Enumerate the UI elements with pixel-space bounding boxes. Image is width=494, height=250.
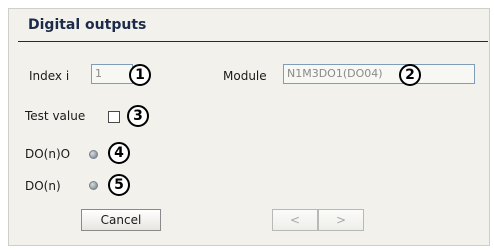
next-button[interactable]: > xyxy=(318,209,364,231)
index-field[interactable]: 1 xyxy=(91,64,133,84)
module-field[interactable]: N1M3DO1(DO04) xyxy=(283,64,475,84)
callout-5: 5 xyxy=(108,174,130,196)
index-label: Index i xyxy=(29,69,70,83)
test-value-label: Test value xyxy=(25,109,86,123)
previous-button[interactable]: < xyxy=(272,209,318,231)
callout-2: 2 xyxy=(399,64,421,86)
callout-3: 3 xyxy=(127,105,149,127)
do-n-o-status-led-icon xyxy=(89,150,98,159)
title-divider xyxy=(18,41,488,42)
do-n-status-led-icon xyxy=(89,181,98,190)
do-n-o-label: DO(n)O xyxy=(25,147,71,161)
test-value-checkbox[interactable] xyxy=(108,111,120,123)
digital-outputs-panel: Digital outputs Index i 1 1 Module N1M3D… xyxy=(8,8,490,246)
panel-title: Digital outputs xyxy=(28,17,147,33)
module-label: Module xyxy=(223,69,267,83)
callout-1: 1 xyxy=(129,64,151,86)
callout-4: 4 xyxy=(108,142,130,164)
do-n-label: DO(n) xyxy=(25,179,61,193)
cancel-button[interactable]: Cancel xyxy=(81,209,161,231)
